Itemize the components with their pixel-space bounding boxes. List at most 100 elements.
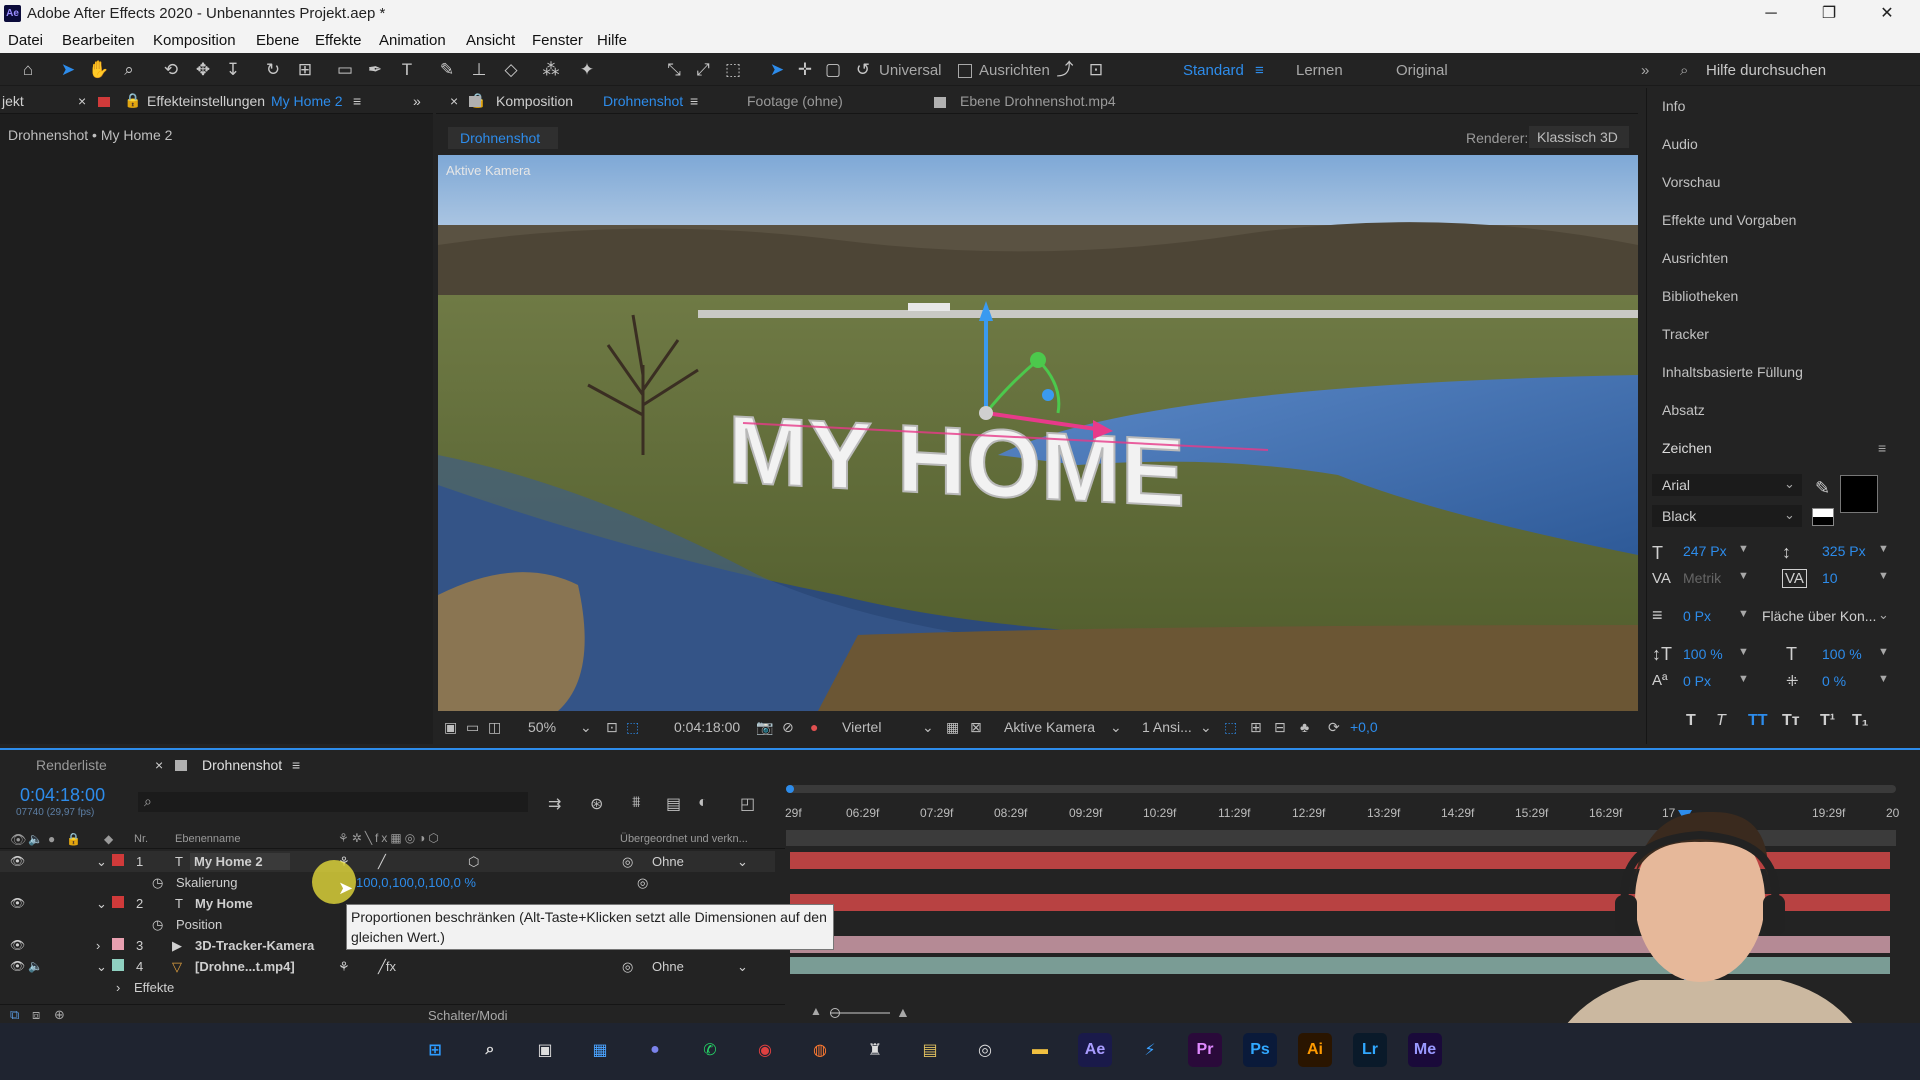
monitor-icon[interactable]: ▭: [466, 719, 479, 736]
all-caps-button[interactable]: TT: [1748, 712, 1768, 730]
panel-ausrichten[interactable]: Ausrichten: [1662, 250, 1728, 266]
stopwatch-icon[interactable]: ◷: [152, 875, 163, 891]
camera-select[interactable]: Aktive Kamera: [1004, 719, 1095, 735]
visibility-eye-icon[interactable]: 👁: [10, 854, 25, 868]
fill-color-swatch[interactable]: [1840, 475, 1878, 513]
puppet-pin-icon[interactable]: ✦: [576, 59, 598, 81]
search-help-input[interactable]: Hilfe durchsuchen: [1706, 62, 1826, 79]
layer-label-color[interactable]: [112, 959, 124, 971]
expand-panes-icon[interactable]: ⧉: [10, 1007, 19, 1023]
minimize-button[interactable]: ─: [1748, 2, 1794, 26]
close-tab-icon[interactable]: ×: [78, 93, 86, 109]
snapshot-icon[interactable]: 📷: [756, 719, 773, 736]
parent-chevron-icon[interactable]: ⌄: [737, 854, 748, 870]
close-comp-tab-icon[interactable]: ×: [450, 93, 458, 109]
effect-settings-tab-label[interactable]: Effekteinstellungen: [147, 93, 265, 109]
timeline-comp-tab[interactable]: Drohnenshot: [202, 757, 282, 773]
zoom-tool-icon[interactable]: ⌕: [118, 59, 140, 81]
baseline-chevron-icon[interactable]: ▼: [1738, 673, 1749, 685]
resolution-select[interactable]: Viertel: [842, 719, 881, 735]
orbit-camera-icon[interactable]: ⟲: [160, 59, 182, 81]
leading-chevron-icon[interactable]: ▼: [1878, 543, 1889, 555]
layer-row[interactable]: 👁 ⌄ 1 T My Home 2 ⚘ ╱ ⬡ ◎ Ohne ⌄: [0, 851, 775, 872]
roto-brush-icon[interactable]: ⁂: [540, 59, 562, 81]
panel-vorschau[interactable]: Vorschau: [1662, 174, 1720, 190]
panel-info[interactable]: Info: [1662, 98, 1685, 114]
selection-tool-icon[interactable]: ➤: [57, 59, 79, 81]
audio-header-icon[interactable]: 🔈: [28, 832, 43, 846]
tracking-chevron-icon[interactable]: ▼: [1878, 570, 1889, 582]
comp-subtab[interactable]: Drohnenshot: [448, 127, 558, 149]
effect-settings-tab-target[interactable]: My Home 2: [271, 93, 343, 109]
vertical-scale-chevron-icon[interactable]: ▼: [1738, 646, 1749, 658]
expand-chevron-icon[interactable]: ›: [116, 980, 120, 995]
show-snapshot-icon[interactable]: ⊘: [782, 719, 794, 736]
exposure-value[interactable]: +0,0: [1350, 719, 1378, 735]
timeline-link-icon[interactable]: ⊟: [1274, 719, 1286, 736]
move-icon[interactable]: ✛: [794, 59, 816, 81]
expand-chevron-icon[interactable]: ›: [96, 938, 100, 953]
layer-name[interactable]: 3D-Tracker-Kamera: [195, 938, 314, 953]
menu-hilfe[interactable]: Hilfe: [597, 32, 627, 49]
project-tab[interactable]: jekt: [2, 93, 24, 109]
layer-label-color[interactable]: [112, 854, 124, 866]
kerning-chevron-icon[interactable]: ▼: [1738, 570, 1749, 582]
horizontal-scale-chevron-icon[interactable]: ▼: [1878, 646, 1889, 658]
panel-zeichen[interactable]: Zeichen: [1662, 440, 1712, 456]
zoom-slider[interactable]: ▲ ▲: [810, 1004, 910, 1020]
timeline-menu-icon[interactable]: ≡: [292, 757, 300, 773]
comp-panel-menu-icon[interactable]: ≡: [690, 93, 698, 109]
brush-tool-icon[interactable]: ✎: [436, 59, 458, 81]
home-icon[interactable]: ⌂: [17, 59, 39, 81]
taskbar-me-icon[interactable]: Me: [1408, 1033, 1442, 1067]
taskbar-figure-icon[interactable]: ♜: [858, 1033, 892, 1067]
font-family-select[interactable]: Arial ⌄: [1652, 474, 1802, 496]
taskbar-widgets-icon[interactable]: ▦: [583, 1033, 617, 1067]
pen-tool-icon[interactable]: ✒: [364, 59, 386, 81]
layer-name[interactable]: My Home: [195, 896, 253, 911]
eyedropper-icon[interactable]: ✎: [1815, 478, 1830, 499]
arrow-select-icon[interactable]: ➤: [766, 59, 788, 81]
zoom-in-icon[interactable]: ▲: [896, 1004, 910, 1020]
nr-header[interactable]: Nr.: [134, 833, 148, 845]
vertical-scale-value[interactable]: 100 %: [1683, 646, 1723, 662]
workspace-menu-icon[interactable]: ≡: [1255, 62, 1264, 79]
zoom-slider-knob[interactable]: [830, 1008, 840, 1018]
color-channel-icon[interactable]: ●: [810, 719, 818, 735]
fx-switch-icon[interactable]: ╱fx: [378, 959, 396, 975]
font-size-chevron-icon[interactable]: ▼: [1738, 543, 1749, 555]
visibility-eye-icon[interactable]: 👁: [10, 959, 25, 973]
taskbar-ae-icon[interactable]: Ae: [1078, 1033, 1112, 1067]
restore-button[interactable]: ❐: [1806, 2, 1852, 26]
transparency-grid-icon[interactable]: ▦: [946, 719, 959, 736]
layer-label-color[interactable]: [112, 938, 124, 950]
motion-blur-icon[interactable]: ◐: [698, 794, 708, 812]
expand-chevron-icon[interactable]: ⌄: [96, 896, 107, 912]
footage-tab[interactable]: Footage (ohne): [747, 93, 843, 109]
scale-icon[interactable]: ▢: [822, 59, 844, 81]
zoom-select[interactable]: 50%: [528, 719, 556, 735]
taskbar-ai-icon[interactable]: Ai: [1298, 1033, 1332, 1067]
taskbar-start-icon[interactable]: ⊞: [418, 1033, 452, 1067]
workspace-standard[interactable]: Standard: [1183, 62, 1244, 79]
shy-switch-icon[interactable]: ⚘: [338, 959, 350, 975]
stopwatch-icon[interactable]: ◷: [152, 917, 163, 933]
panel-effekte-vorgaben[interactable]: Effekte und Vorgaben: [1662, 212, 1796, 228]
render-queue-tab[interactable]: Renderliste: [36, 757, 107, 773]
ausrichten-checkbox[interactable]: [958, 64, 972, 78]
stroke-width-value[interactable]: 0 Px: [1683, 608, 1711, 624]
menu-datei[interactable]: Datei: [8, 32, 43, 49]
rotate-tool-icon[interactable]: ↻: [262, 59, 284, 81]
shy-layers-icon[interactable]: ⩩: [632, 794, 641, 812]
panel-overflow-icon[interactable]: »: [413, 93, 421, 109]
parent-pickwhip-icon[interactable]: ◎: [622, 959, 633, 975]
timeline-search-input[interactable]: ⌕: [138, 792, 528, 812]
work-area-start[interactable]: [786, 785, 794, 793]
3d-switch-icon[interactable]: ⬡: [468, 854, 479, 870]
view-axis-icon[interactable]: ⬚: [722, 59, 744, 81]
menu-ansicht[interactable]: Ansicht: [466, 32, 515, 49]
anchor-tool-icon[interactable]: ⊞: [294, 59, 316, 81]
color-swap-icon[interactable]: [1812, 508, 1834, 526]
taskbar-explorer-icon[interactable]: ▬: [1023, 1033, 1057, 1067]
fit-icon[interactable]: ⊡: [606, 719, 618, 736]
